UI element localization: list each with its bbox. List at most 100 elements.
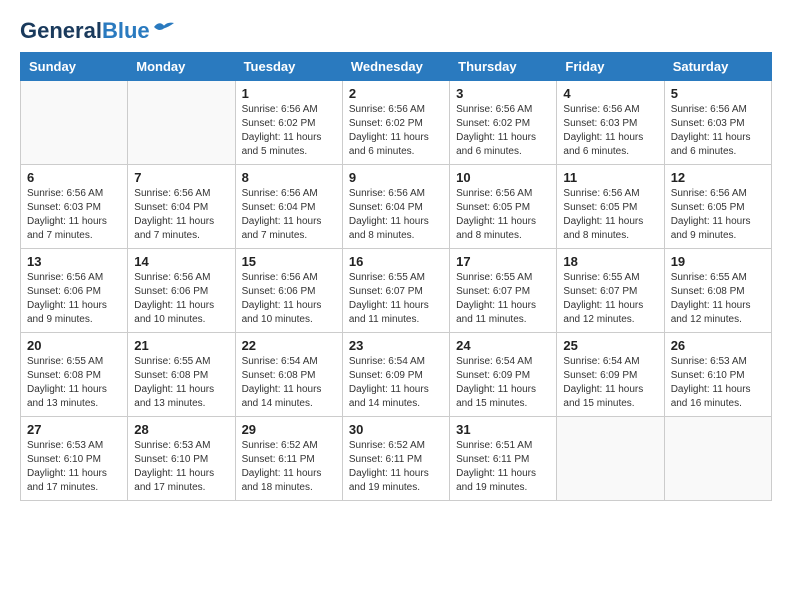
day-info: Sunrise: 6:54 AMSunset: 6:08 PMDaylight:… [242, 355, 336, 411]
calendar-day-cell: 19Sunrise: 6:55 AMSunset: 6:08 PMDayligh… [664, 249, 771, 333]
day-number: 19 [671, 254, 765, 269]
calendar-day-cell: 14Sunrise: 6:56 AMSunset: 6:06 PMDayligh… [128, 249, 235, 333]
day-number: 30 [349, 422, 443, 437]
day-number: 20 [27, 338, 121, 353]
weekday-header: Sunday [21, 53, 128, 81]
day-info: Sunrise: 6:56 AMSunset: 6:05 PMDaylight:… [671, 187, 765, 243]
day-number: 3 [456, 86, 550, 101]
day-number: 1 [242, 86, 336, 101]
weekday-header: Friday [557, 53, 664, 81]
day-number: 23 [349, 338, 443, 353]
weekday-header: Thursday [450, 53, 557, 81]
day-number: 7 [134, 170, 228, 185]
day-info: Sunrise: 6:56 AMSunset: 6:06 PMDaylight:… [134, 271, 228, 327]
day-number: 11 [563, 170, 657, 185]
calendar-day-cell: 4Sunrise: 6:56 AMSunset: 6:03 PMDaylight… [557, 81, 664, 165]
calendar-day-cell: 22 Sunrise: 6:54 AMSunset: 6:08 PMDayligh… [235, 333, 342, 417]
day-info: Sunrise: 6:55 AMSunset: 6:08 PMDaylight:… [27, 355, 121, 411]
calendar-day-cell: 20 Sunrise: 6:55 AMSunset: 6:08 PMDayligh… [21, 333, 128, 417]
calendar-day-cell: 15 Sunrise: 6:56 AMSunset: 6:06 PMDayligh… [235, 249, 342, 333]
calendar-day-cell: 30 Sunrise: 6:52 AMSunset: 6:11 PMDayligh… [342, 417, 449, 501]
day-info: Sunrise: 6:53 AMSunset: 6:10 PMDaylight:… [27, 439, 121, 495]
calendar-table: SundayMondayTuesdayWednesdayThursdayFrid… [20, 52, 772, 501]
day-number: 6 [27, 170, 121, 185]
calendar-day-cell: 29 Sunrise: 6:52 AMSunset: 6:11 PMDayligh… [235, 417, 342, 501]
calendar-day-cell: 2Sunrise: 6:56 AMSunset: 6:02 PMDaylight… [342, 81, 449, 165]
weekday-header: Wednesday [342, 53, 449, 81]
calendar-day-cell: 12 Sunrise: 6:56 AMSunset: 6:05 PMDayligh… [664, 165, 771, 249]
day-number: 24 [456, 338, 550, 353]
day-info: Sunrise: 6:56 AMSunset: 6:02 PMDaylight:… [242, 103, 336, 159]
calendar-day-cell: 5Sunrise: 6:56 AMSunset: 6:03 PMDaylight… [664, 81, 771, 165]
day-number: 2 [349, 86, 443, 101]
page-header: GeneralBlue [20, 20, 772, 42]
calendar-day-cell: 16 Sunrise: 6:55 AMSunset: 6:07 PMDayligh… [342, 249, 449, 333]
day-info: Sunrise: 6:56 AMSunset: 6:02 PMDaylight:… [456, 103, 550, 159]
calendar-week-row: 13 Sunrise: 6:56 AMSunset: 6:06 PMDayligh… [21, 249, 772, 333]
day-number: 28 [134, 422, 228, 437]
calendar-day-cell [664, 417, 771, 501]
calendar-day-cell: 27 Sunrise: 6:53 AMSunset: 6:10 PMDayligh… [21, 417, 128, 501]
calendar-week-row: 20 Sunrise: 6:55 AMSunset: 6:08 PMDayligh… [21, 333, 772, 417]
calendar-day-cell: 3 Sunrise: 6:56 AMSunset: 6:02 PMDaylight… [450, 81, 557, 165]
day-info: Sunrise: 6:54 AMSunset: 6:09 PMDaylight:… [563, 355, 657, 411]
calendar-day-cell: 26Sunrise: 6:53 AMSunset: 6:10 PMDayligh… [664, 333, 771, 417]
calendar-day-cell: 10 Sunrise: 6:56 AMSunset: 6:05 PMDayligh… [450, 165, 557, 249]
day-number: 13 [27, 254, 121, 269]
day-info: Sunrise: 6:56 AMSunset: 6:04 PMDaylight:… [134, 187, 228, 243]
day-info: Sunrise: 6:56 AMSunset: 6:03 PMDaylight:… [27, 187, 121, 243]
calendar-day-cell: 28Sunrise: 6:53 AMSunset: 6:10 PMDayligh… [128, 417, 235, 501]
day-number: 27 [27, 422, 121, 437]
day-info: Sunrise: 6:54 AMSunset: 6:09 PMDaylight:… [456, 355, 550, 411]
day-info: Sunrise: 6:56 AMSunset: 6:03 PMDaylight:… [563, 103, 657, 159]
day-number: 25 [563, 338, 657, 353]
day-info: Sunrise: 6:56 AMSunset: 6:05 PMDaylight:… [456, 187, 550, 243]
day-number: 18 [563, 254, 657, 269]
day-number: 15 [242, 254, 336, 269]
day-info: Sunrise: 6:52 AMSunset: 6:11 PMDaylight:… [242, 439, 336, 495]
calendar-day-cell: 18 Sunrise: 6:55 AMSunset: 6:07 PMDayligh… [557, 249, 664, 333]
calendar-day-cell [21, 81, 128, 165]
calendar-day-cell: 31 Sunrise: 6:51 AMSunset: 6:11 PMDayligh… [450, 417, 557, 501]
calendar-day-cell: 8 Sunrise: 6:56 AMSunset: 6:04 PMDaylight… [235, 165, 342, 249]
calendar-day-cell [128, 81, 235, 165]
calendar-day-cell: 24 Sunrise: 6:54 AMSunset: 6:09 PMDayligh… [450, 333, 557, 417]
day-number: 26 [671, 338, 765, 353]
day-info: Sunrise: 6:54 AMSunset: 6:09 PMDaylight:… [349, 355, 443, 411]
day-number: 9 [349, 170, 443, 185]
day-number: 31 [456, 422, 550, 437]
logo: GeneralBlue [20, 20, 174, 42]
logo-bird-icon [154, 20, 174, 34]
day-info: Sunrise: 6:56 AMSunset: 6:03 PMDaylight:… [671, 103, 765, 159]
calendar-week-row: 6 Sunrise: 6:56 AMSunset: 6:03 PMDaylight… [21, 165, 772, 249]
day-info: Sunrise: 6:55 AMSunset: 6:07 PMDaylight:… [563, 271, 657, 327]
calendar-week-row: 1 Sunrise: 6:56 AMSunset: 6:02 PMDaylight… [21, 81, 772, 165]
calendar-day-cell: 25 Sunrise: 6:54 AMSunset: 6:09 PMDayligh… [557, 333, 664, 417]
day-number: 29 [242, 422, 336, 437]
day-info: Sunrise: 6:51 AMSunset: 6:11 PMDaylight:… [456, 439, 550, 495]
calendar-day-cell [557, 417, 664, 501]
day-info: Sunrise: 6:56 AMSunset: 6:06 PMDaylight:… [242, 271, 336, 327]
logo-text: GeneralBlue [20, 20, 150, 42]
calendar-day-cell: 17Sunrise: 6:55 AMSunset: 6:07 PMDayligh… [450, 249, 557, 333]
day-info: Sunrise: 6:56 AMSunset: 6:04 PMDaylight:… [242, 187, 336, 243]
day-number: 10 [456, 170, 550, 185]
day-info: Sunrise: 6:52 AMSunset: 6:11 PMDaylight:… [349, 439, 443, 495]
calendar-day-cell: 13 Sunrise: 6:56 AMSunset: 6:06 PMDayligh… [21, 249, 128, 333]
day-info: Sunrise: 6:55 AMSunset: 6:07 PMDaylight:… [349, 271, 443, 327]
day-info: Sunrise: 6:55 AMSunset: 6:07 PMDaylight:… [456, 271, 550, 327]
calendar-header-row: SundayMondayTuesdayWednesdayThursdayFrid… [21, 53, 772, 81]
day-info: Sunrise: 6:56 AMSunset: 6:06 PMDaylight:… [27, 271, 121, 327]
day-number: 21 [134, 338, 228, 353]
day-number: 16 [349, 254, 443, 269]
day-number: 22 [242, 338, 336, 353]
calendar-day-cell: 23 Sunrise: 6:54 AMSunset: 6:09 PMDayligh… [342, 333, 449, 417]
day-info: Sunrise: 6:56 AMSunset: 6:04 PMDaylight:… [349, 187, 443, 243]
day-number: 12 [671, 170, 765, 185]
calendar-day-cell: 9 Sunrise: 6:56 AMSunset: 6:04 PMDaylight… [342, 165, 449, 249]
weekday-header: Tuesday [235, 53, 342, 81]
day-info: Sunrise: 6:55 AMSunset: 6:08 PMDaylight:… [134, 355, 228, 411]
day-number: 8 [242, 170, 336, 185]
weekday-header: Saturday [664, 53, 771, 81]
weekday-header: Monday [128, 53, 235, 81]
